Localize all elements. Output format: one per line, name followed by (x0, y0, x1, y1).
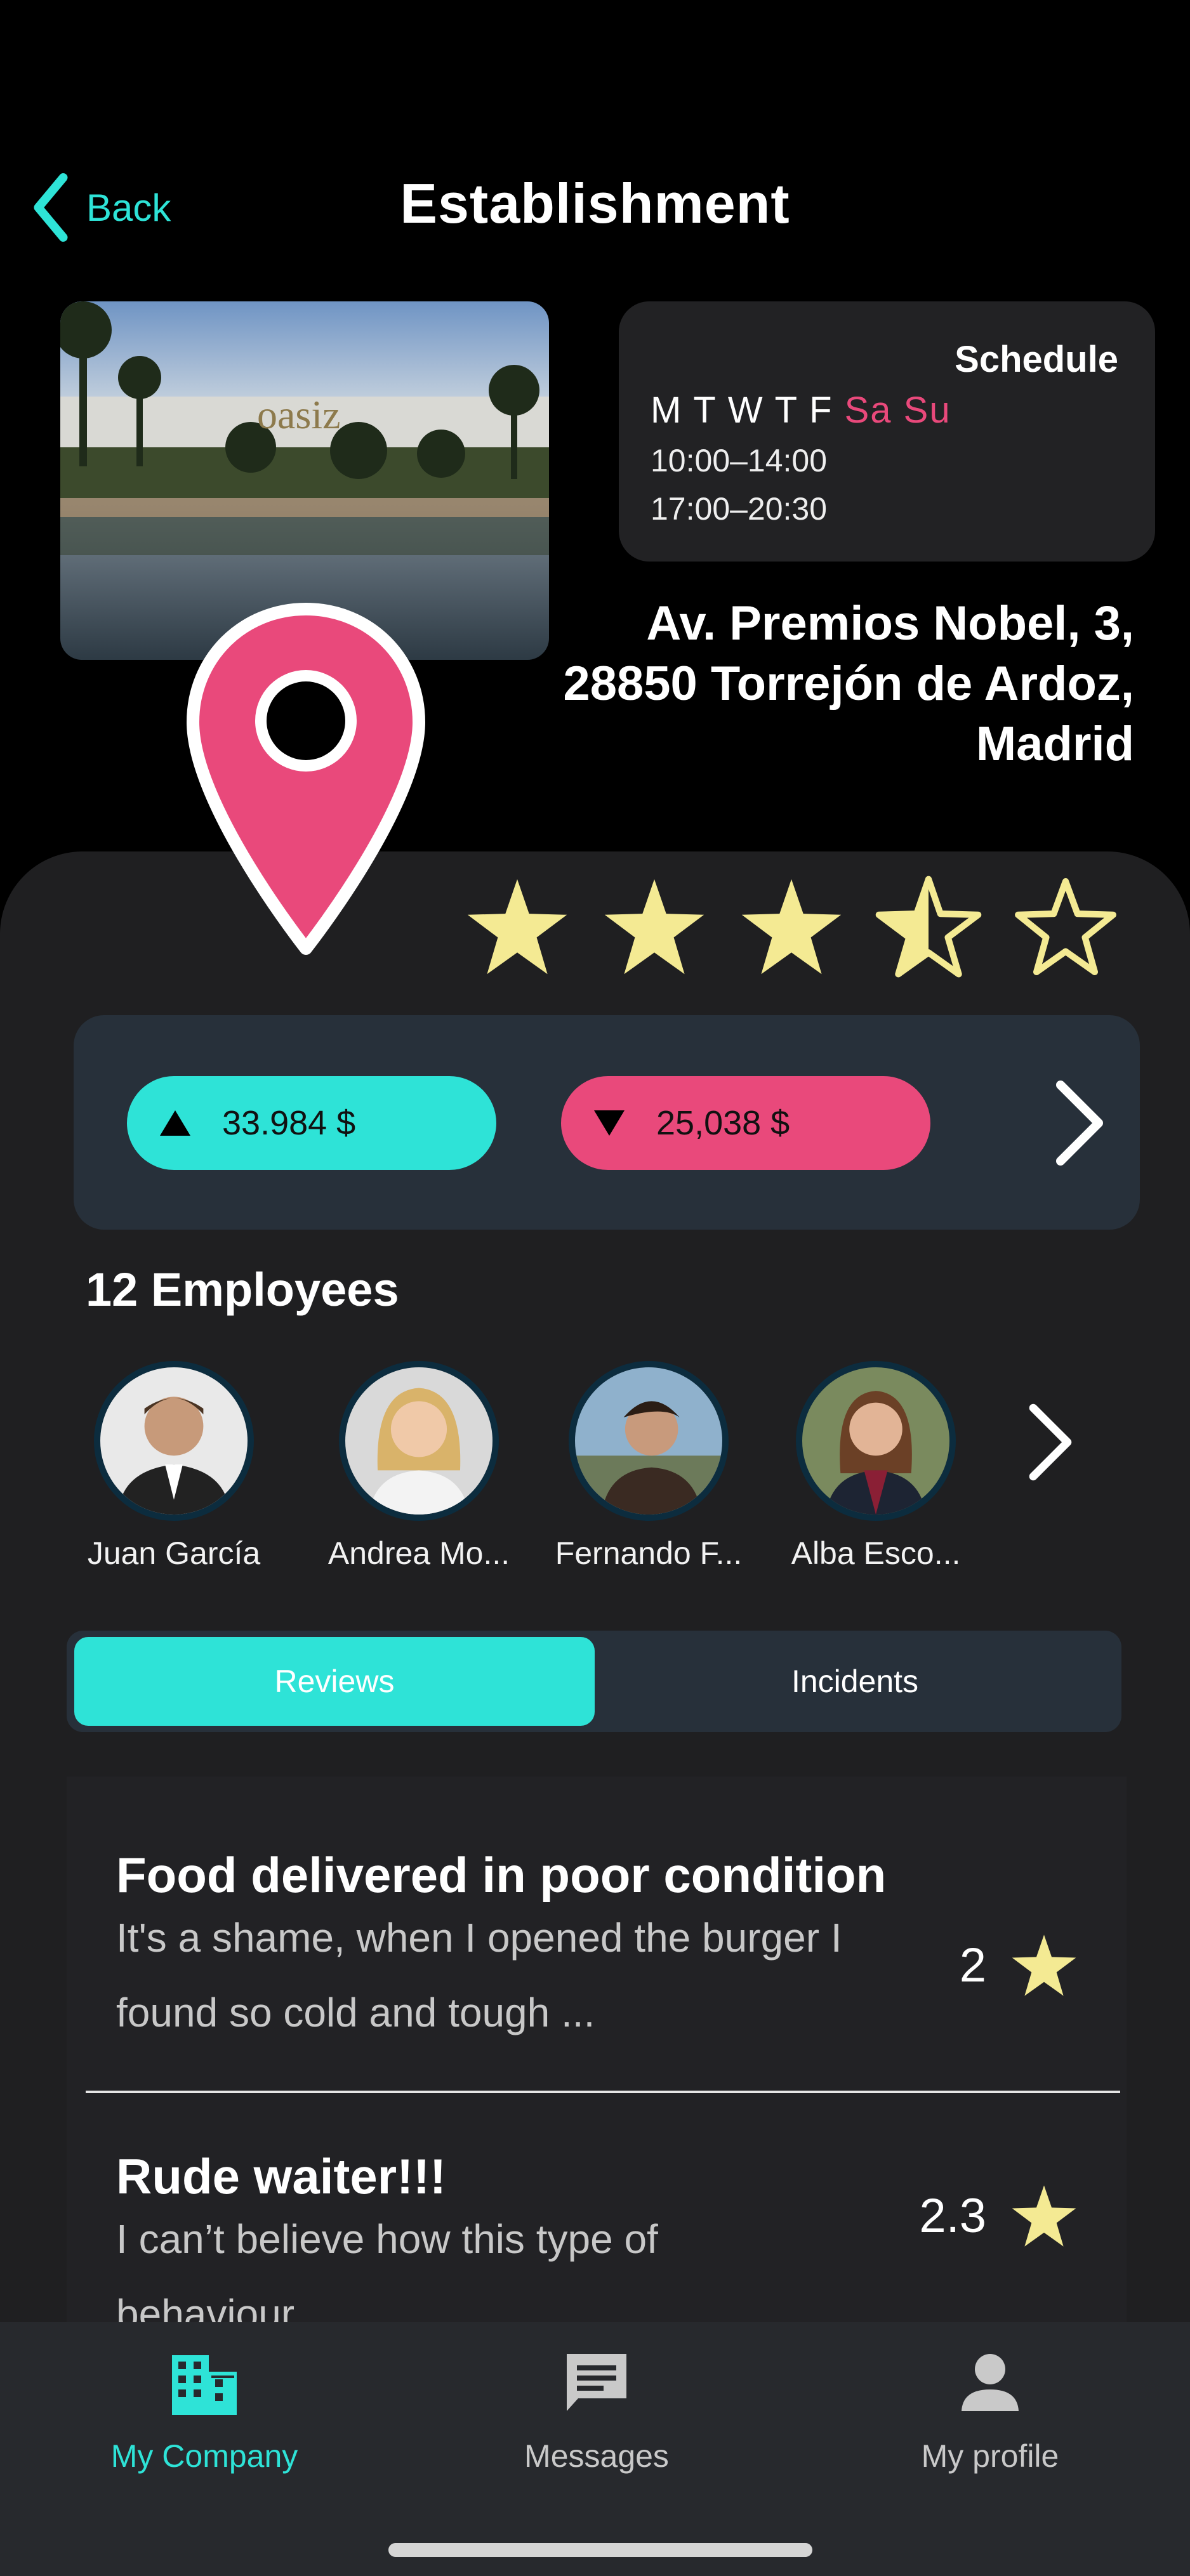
employee-item[interactable]: Andrea Mo... (324, 1361, 514, 1572)
star-half-icon (875, 876, 982, 978)
nav-my-company[interactable]: My Company (71, 2348, 338, 2474)
svg-text:oasiz: oasiz (257, 392, 341, 437)
star-icon (1012, 1935, 1076, 1996)
avatar (569, 1361, 729, 1521)
schedule-card: Schedule M T W T F Sa Su 10:00–14:00 17:… (619, 301, 1155, 562)
schedule-title: Schedule (955, 339, 1118, 380)
segmented-tabs: Reviews Incidents (67, 1631, 1121, 1732)
review-title: Rude waiter!!! (116, 2148, 447, 2204)
employees-list: Juan García Andrea Mo... Fernando F... A… (0, 1361, 1190, 1589)
avatar (339, 1361, 499, 1521)
schedule-days: M T W T F Sa Su (651, 389, 951, 431)
employee-name: Fernando F... (555, 1535, 743, 1571)
employees-title: 12 Employees (86, 1263, 399, 1316)
expenses-pill: 25,038 $ (561, 1076, 930, 1170)
review-title: Food delivered in poor condition (116, 1847, 887, 1903)
income-pill: 33.984 $ (127, 1076, 496, 1170)
address: Av. Premios Nobel, 3, 28850 Torrejón de … (563, 596, 1134, 771)
review-rating-value: 2 (959, 1938, 986, 1992)
triangle-down-icon (594, 1110, 625, 1136)
rating-stars (463, 874, 1120, 979)
expenses-value: 25,038 $ (656, 1104, 790, 1142)
weekend-days: Sa Su (844, 390, 951, 431)
message-icon (567, 2354, 626, 2411)
employee-name: Alba Esco... (791, 1535, 961, 1571)
triangle-up-icon (160, 1110, 190, 1136)
star-icon (1012, 2185, 1076, 2247)
weekdays: M T W T F (651, 390, 833, 431)
tab-reviews[interactable]: Reviews (74, 1637, 595, 1726)
nav-my-profile[interactable]: My profile (857, 2348, 1123, 2474)
nav-label: My profile (921, 2438, 1059, 2474)
tab-incidents[interactable]: Incidents (595, 1637, 1115, 1726)
review-rating-value: 2.3 (919, 2189, 986, 2243)
review-text: I can’t believe how this type of behavio… (116, 2216, 658, 2322)
person-icon (962, 2354, 1019, 2411)
star-full-icon (741, 879, 842, 975)
nav-label: My Company (110, 2438, 298, 2474)
schedule-hours-afternoon: 17:00–20:30 (651, 491, 828, 527)
schedule-hours-morning: 10:00–14:00 (651, 443, 828, 478)
star-full-icon (467, 879, 567, 975)
nav-label: Messages (524, 2438, 669, 2474)
employee-name: Andrea Mo... (327, 1535, 510, 1571)
review-text: It's a shame, when I opened the burger I… (116, 1915, 842, 2035)
employee-item[interactable]: Juan García (79, 1361, 269, 1572)
location-pin-icon[interactable] (179, 596, 433, 964)
income-value: 33.984 $ (222, 1104, 356, 1142)
home-indicator (388, 2543, 812, 2557)
star-empty-icon (1015, 878, 1116, 975)
employee-item[interactable]: Fernando F... (553, 1361, 744, 1572)
nav-messages[interactable]: Messages (463, 2348, 730, 2474)
bottom-navigation: My Company Messages My profile (0, 2322, 1190, 2576)
reviews-list: Food delivered in poor condition It's a … (67, 1777, 1127, 2322)
chevron-right-icon[interactable] (1022, 1398, 1079, 1487)
employee-item[interactable]: Alba Esco... (781, 1361, 971, 1572)
review-rating: 2 (960, 1932, 1079, 1999)
chevron-right-icon[interactable] (1048, 1077, 1111, 1169)
avatar (94, 1361, 254, 1521)
star-full-icon (604, 879, 704, 975)
employee-name: Juan García (87, 1535, 261, 1571)
page-title: Establishment (400, 172, 790, 235)
finance-card[interactable]: 33.984 $ 25,038 $ (74, 1015, 1140, 1230)
avatar (796, 1361, 956, 1521)
building-icon (172, 2355, 237, 2415)
divider (86, 2091, 1120, 2093)
review-rating: 2.3 (919, 2183, 1079, 2249)
